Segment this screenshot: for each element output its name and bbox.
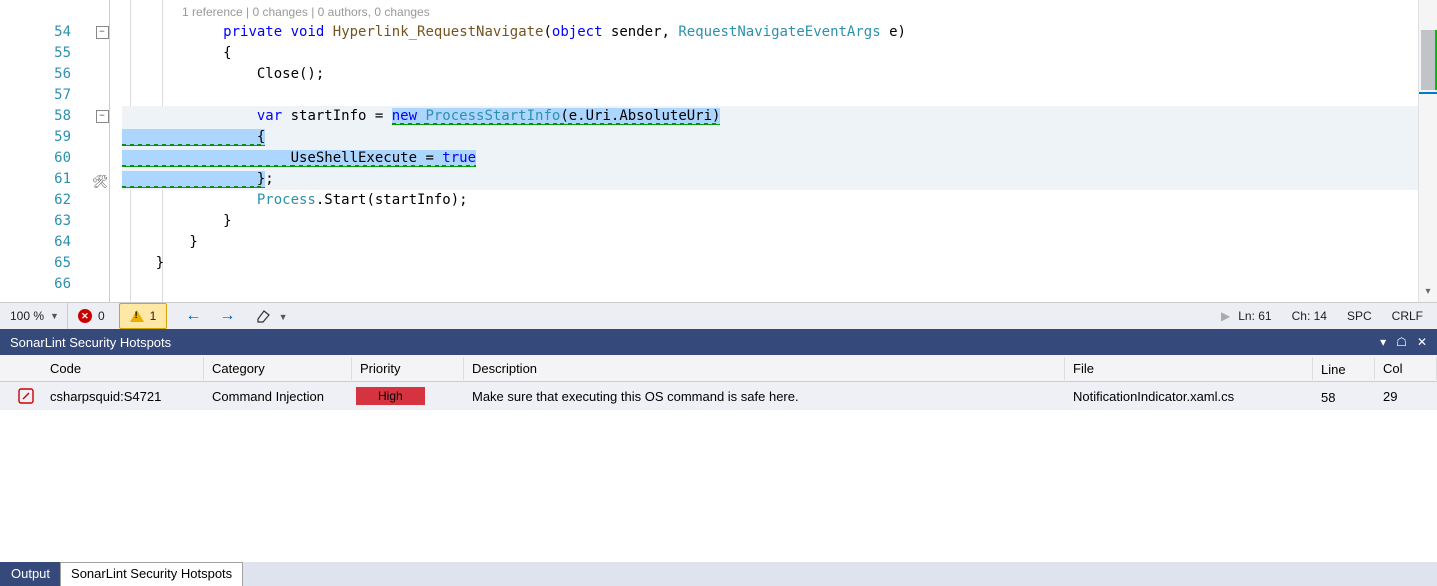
- col-file[interactable]: File: [1065, 357, 1313, 380]
- cell-category: Command Injection: [204, 385, 352, 408]
- eol-mode[interactable]: CRLF: [1392, 309, 1423, 323]
- code-line[interactable]: {: [122, 127, 1418, 148]
- window-position-icon[interactable]: ▾: [1380, 335, 1386, 349]
- priority-badge: High: [356, 387, 425, 405]
- close-icon[interactable]: ✕: [1417, 335, 1427, 349]
- code-line[interactable]: var startInfo = new ProcessStartInfo(e.U…: [122, 106, 1418, 127]
- cell-file: NotificationIndicator.xaml.cs: [1065, 385, 1313, 408]
- code-line[interactable]: [122, 274, 1418, 295]
- pin-icon[interactable]: ☖: [1396, 335, 1407, 349]
- tab-hotspots[interactable]: SonarLint Security Hotspots: [60, 562, 243, 586]
- indent-mode[interactable]: SPC: [1347, 309, 1372, 323]
- zoom-dropdown[interactable]: 100 % ▼: [0, 307, 67, 325]
- line-number: 64: [0, 232, 95, 253]
- fold-button[interactable]: −: [96, 26, 109, 39]
- col-description[interactable]: Description: [464, 357, 1065, 380]
- hotspot-icon: [0, 384, 42, 408]
- line-number: 63: [0, 211, 95, 232]
- line-number: 65: [0, 253, 95, 274]
- code-line[interactable]: }: [122, 232, 1418, 253]
- glyph-margin: 🛠: [110, 0, 122, 302]
- line-number: 57: [0, 85, 95, 106]
- code-line[interactable]: }: [122, 211, 1418, 232]
- scrollbar-thumb[interactable]: [1421, 30, 1435, 90]
- warning-icon: [130, 310, 144, 322]
- clear-bookmarks-button[interactable]: ▼: [249, 309, 293, 324]
- vertical-scrollbar[interactable]: ▾: [1418, 0, 1437, 302]
- panel-title: SonarLint Security Hotspots: [10, 335, 171, 350]
- code-line[interactable]: Close();: [122, 64, 1418, 85]
- lightbulb-icon[interactable]: 🛠: [92, 172, 109, 193]
- hscroll-indicator[interactable]: ▶: [1213, 309, 1238, 323]
- line-number: 61: [0, 169, 95, 190]
- code-line[interactable]: Process.Start(startInfo);: [122, 190, 1418, 211]
- cursor-char: Ch: 14: [1292, 309, 1327, 323]
- zoom-value: 100 %: [10, 309, 44, 323]
- panel-titlebar[interactable]: SonarLint Security Hotspots ▾ ☖ ✕: [0, 329, 1437, 355]
- chevron-down-icon: ▼: [279, 312, 288, 322]
- scroll-down-icon[interactable]: ▾: [1419, 286, 1437, 302]
- chevron-down-icon: ▼: [50, 311, 59, 321]
- warnings-count: 1: [150, 309, 157, 323]
- errors-count: 0: [98, 309, 105, 323]
- cell-code: csharpsquid:S4721: [42, 385, 204, 408]
- col-line[interactable]: Line: [1313, 358, 1375, 379]
- fold-gutter[interactable]: − −: [95, 0, 110, 302]
- line-number: 59: [0, 127, 95, 148]
- col-code[interactable]: Code: [42, 357, 204, 380]
- code-editor[interactable]: 54555657585960616263646566 − − 🛠: [0, 0, 1437, 302]
- bottom-tabs[interactable]: Output SonarLint Security Hotspots: [0, 562, 1437, 586]
- errors-indicator[interactable]: ✕ 0: [67, 303, 115, 329]
- line-number: 62: [0, 190, 95, 211]
- code-line[interactable]: [122, 85, 1418, 106]
- cell-priority: High: [352, 383, 464, 409]
- line-number: 54: [0, 22, 95, 43]
- code-line[interactable]: private void Hyperlink_RequestNavigate(o…: [122, 22, 1418, 43]
- code-line[interactable]: };: [122, 169, 1418, 190]
- table-row[interactable]: csharpsquid:S4721 Command Injection High…: [0, 382, 1437, 410]
- tab-output[interactable]: Output: [0, 562, 61, 586]
- line-number: 60: [0, 148, 95, 169]
- col-col[interactable]: Col: [1375, 357, 1437, 380]
- warnings-indicator[interactable]: 1: [119, 303, 168, 329]
- line-number: 66: [0, 274, 95, 295]
- nav-forward-icon[interactable]: →: [219, 307, 235, 325]
- col-icon: [0, 364, 42, 372]
- col-priority[interactable]: Priority: [352, 357, 464, 380]
- hotspots-grid-body[interactable]: csharpsquid:S4721 Command Injection High…: [0, 382, 1437, 562]
- line-number: 55: [0, 43, 95, 64]
- code-line[interactable]: UseShellExecute = true: [122, 148, 1418, 169]
- nav-back-icon[interactable]: ←: [185, 307, 201, 325]
- col-category[interactable]: Category: [204, 357, 352, 380]
- codelens[interactable]: 1 reference | 0 changes | 0 authors, 0 c…: [182, 2, 430, 23]
- error-icon: ✕: [78, 309, 92, 323]
- line-numbers: 54555657585960616263646566: [0, 0, 95, 302]
- editor-statusbar: 100 % ▼ ✕ 0 1 ← → ▼ ▶ Ln: 61 Ch:: [0, 302, 1437, 329]
- code-content[interactable]: 1 reference | 0 changes | 0 authors, 0 c…: [122, 0, 1418, 302]
- cell-line: 58: [1313, 386, 1375, 407]
- code-line[interactable]: }: [122, 253, 1418, 274]
- fold-button[interactable]: −: [96, 110, 109, 123]
- line-number: 58: [0, 106, 95, 127]
- cell-col: 29: [1375, 385, 1437, 408]
- hotspots-grid-header[interactable]: Code Category Priority Description File …: [0, 355, 1437, 382]
- eraser-icon: [255, 309, 271, 323]
- cell-description: Make sure that executing this OS command…: [464, 385, 1065, 408]
- code-line[interactable]: {: [122, 43, 1418, 64]
- cursor-line: Ln: 61: [1238, 309, 1271, 323]
- line-number: 56: [0, 64, 95, 85]
